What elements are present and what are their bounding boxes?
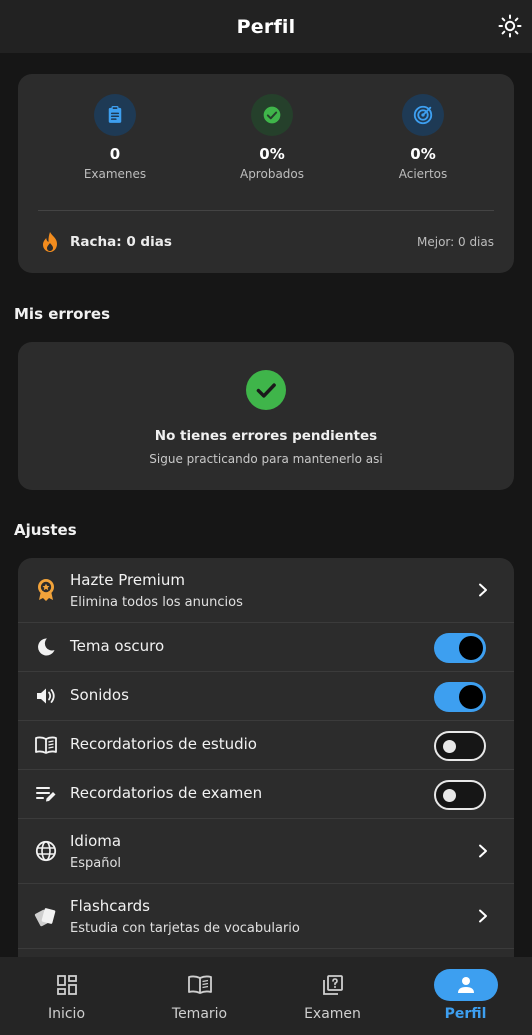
target-icon [402,94,444,136]
chevron-right-icon [479,583,487,597]
stat-exams-value: 0 [109,145,121,163]
exam-reminders-label: Recordatorios de examen [70,784,263,802]
settings-row-flashcards[interactable]: Flashcards Estudia con tarjetas de vocab… [18,884,514,949]
toggle-knob [459,636,483,660]
nav-label-temario: Temario [171,1006,228,1022]
stat-passed-value: 0% [259,145,285,163]
stat-exams: 0 Examenes [55,94,175,181]
exam-reminders-toggle[interactable] [434,780,486,810]
premium-sublabel: Elimina todos los anuncios [70,595,243,610]
cards-icon [34,904,58,928]
dark-theme-label: Tema oscuro [70,637,165,655]
check-circle-icon [251,94,293,136]
chevron-right-icon [479,844,487,858]
speaker-icon [34,684,58,708]
streak: Racha: 0 dias [40,231,172,253]
chevron-right-icon [479,909,487,923]
theme-toggle-button[interactable] [496,12,524,40]
nav-item-inicio[interactable]: Inicio [0,957,133,1035]
edit-list-icon [34,782,58,806]
nav-label-perfil: Perfil [444,1006,487,1022]
stat-passed-label: Aprobados [239,167,305,181]
errors-empty-subtitle: Sigue practicando para mantenerlo asi [149,452,383,466]
toggle-knob [459,685,483,709]
streak-label: Racha: 0 dias [70,234,172,250]
nav-item-perfil[interactable]: Perfil [399,957,532,1035]
nav-label-inicio: Inicio [47,1006,86,1022]
nav-item-examen[interactable]: Examen [266,957,399,1035]
success-check-icon [246,370,286,410]
study-reminders-toggle[interactable] [434,731,486,761]
stat-passed: 0% Aprobados [212,94,332,181]
sounds-toggle[interactable] [434,682,486,712]
stats-divider [38,210,494,211]
stat-correct: 0% Aciertos [363,94,483,181]
quiz-icon [301,969,365,1001]
flashcards-sublabel: Estudia con tarjetas de vocabulario [70,921,300,936]
toggle-knob [443,789,456,802]
stats-card: 0 Examenes 0% Aprobados 0% Aciertos Rach… [18,74,514,273]
nav-item-temario[interactable]: Temario [133,957,266,1035]
language-label: Idioma [70,832,122,850]
language-value: Español [70,856,122,871]
page-title: Perfil [236,15,296,38]
flame-icon [43,232,57,252]
stat-correct-value: 0% [410,145,436,163]
app-header: Perfil [0,0,532,53]
sun-icon [498,14,522,38]
settings-row-premium[interactable]: Hazte Premium Elimina todos los anuncios [18,558,514,623]
book-open-icon [34,733,58,757]
sounds-label: Sonidos [70,686,129,704]
toggle-knob [443,740,456,753]
settings-row-study-reminders: Recordatorios de estudio [18,721,514,770]
settings-row-exam-reminders: Recordatorios de examen [18,770,514,819]
premium-label: Hazte Premium [70,571,185,589]
bottom-nav: Inicio Temario Examen Perfil [0,957,532,1035]
flashcards-label: Flashcards [70,897,150,915]
errors-section-title: Mis errores [14,305,110,323]
settings-section-title: Ajustes [14,521,77,539]
errors-empty-title: No tienes errores pendientes [154,428,378,444]
stat-exams-label: Examenes [83,167,147,181]
award-icon [34,578,58,602]
best-streak: Mejor: 0 dias [417,235,494,249]
dashboard-icon [35,969,99,1001]
book-icon [168,969,232,1001]
nav-label-examen: Examen [304,1006,361,1022]
person-icon [433,969,498,1001]
clipboard-icon [94,94,136,136]
moon-icon [34,635,58,659]
settings-row-sounds: Sonidos [18,672,514,721]
settings-card: Hazte Premium Elimina todos los anuncios… [18,558,514,978]
settings-row-language[interactable]: Idioma Español [18,819,514,884]
study-reminders-label: Recordatorios de estudio [70,735,257,753]
globe-icon [34,839,58,863]
stat-correct-label: Aciertos [398,167,448,181]
dark-theme-toggle[interactable] [434,633,486,663]
errors-card: No tienes errores pendientes Sigue pract… [18,342,514,490]
settings-row-dark-theme: Tema oscuro [18,623,514,672]
